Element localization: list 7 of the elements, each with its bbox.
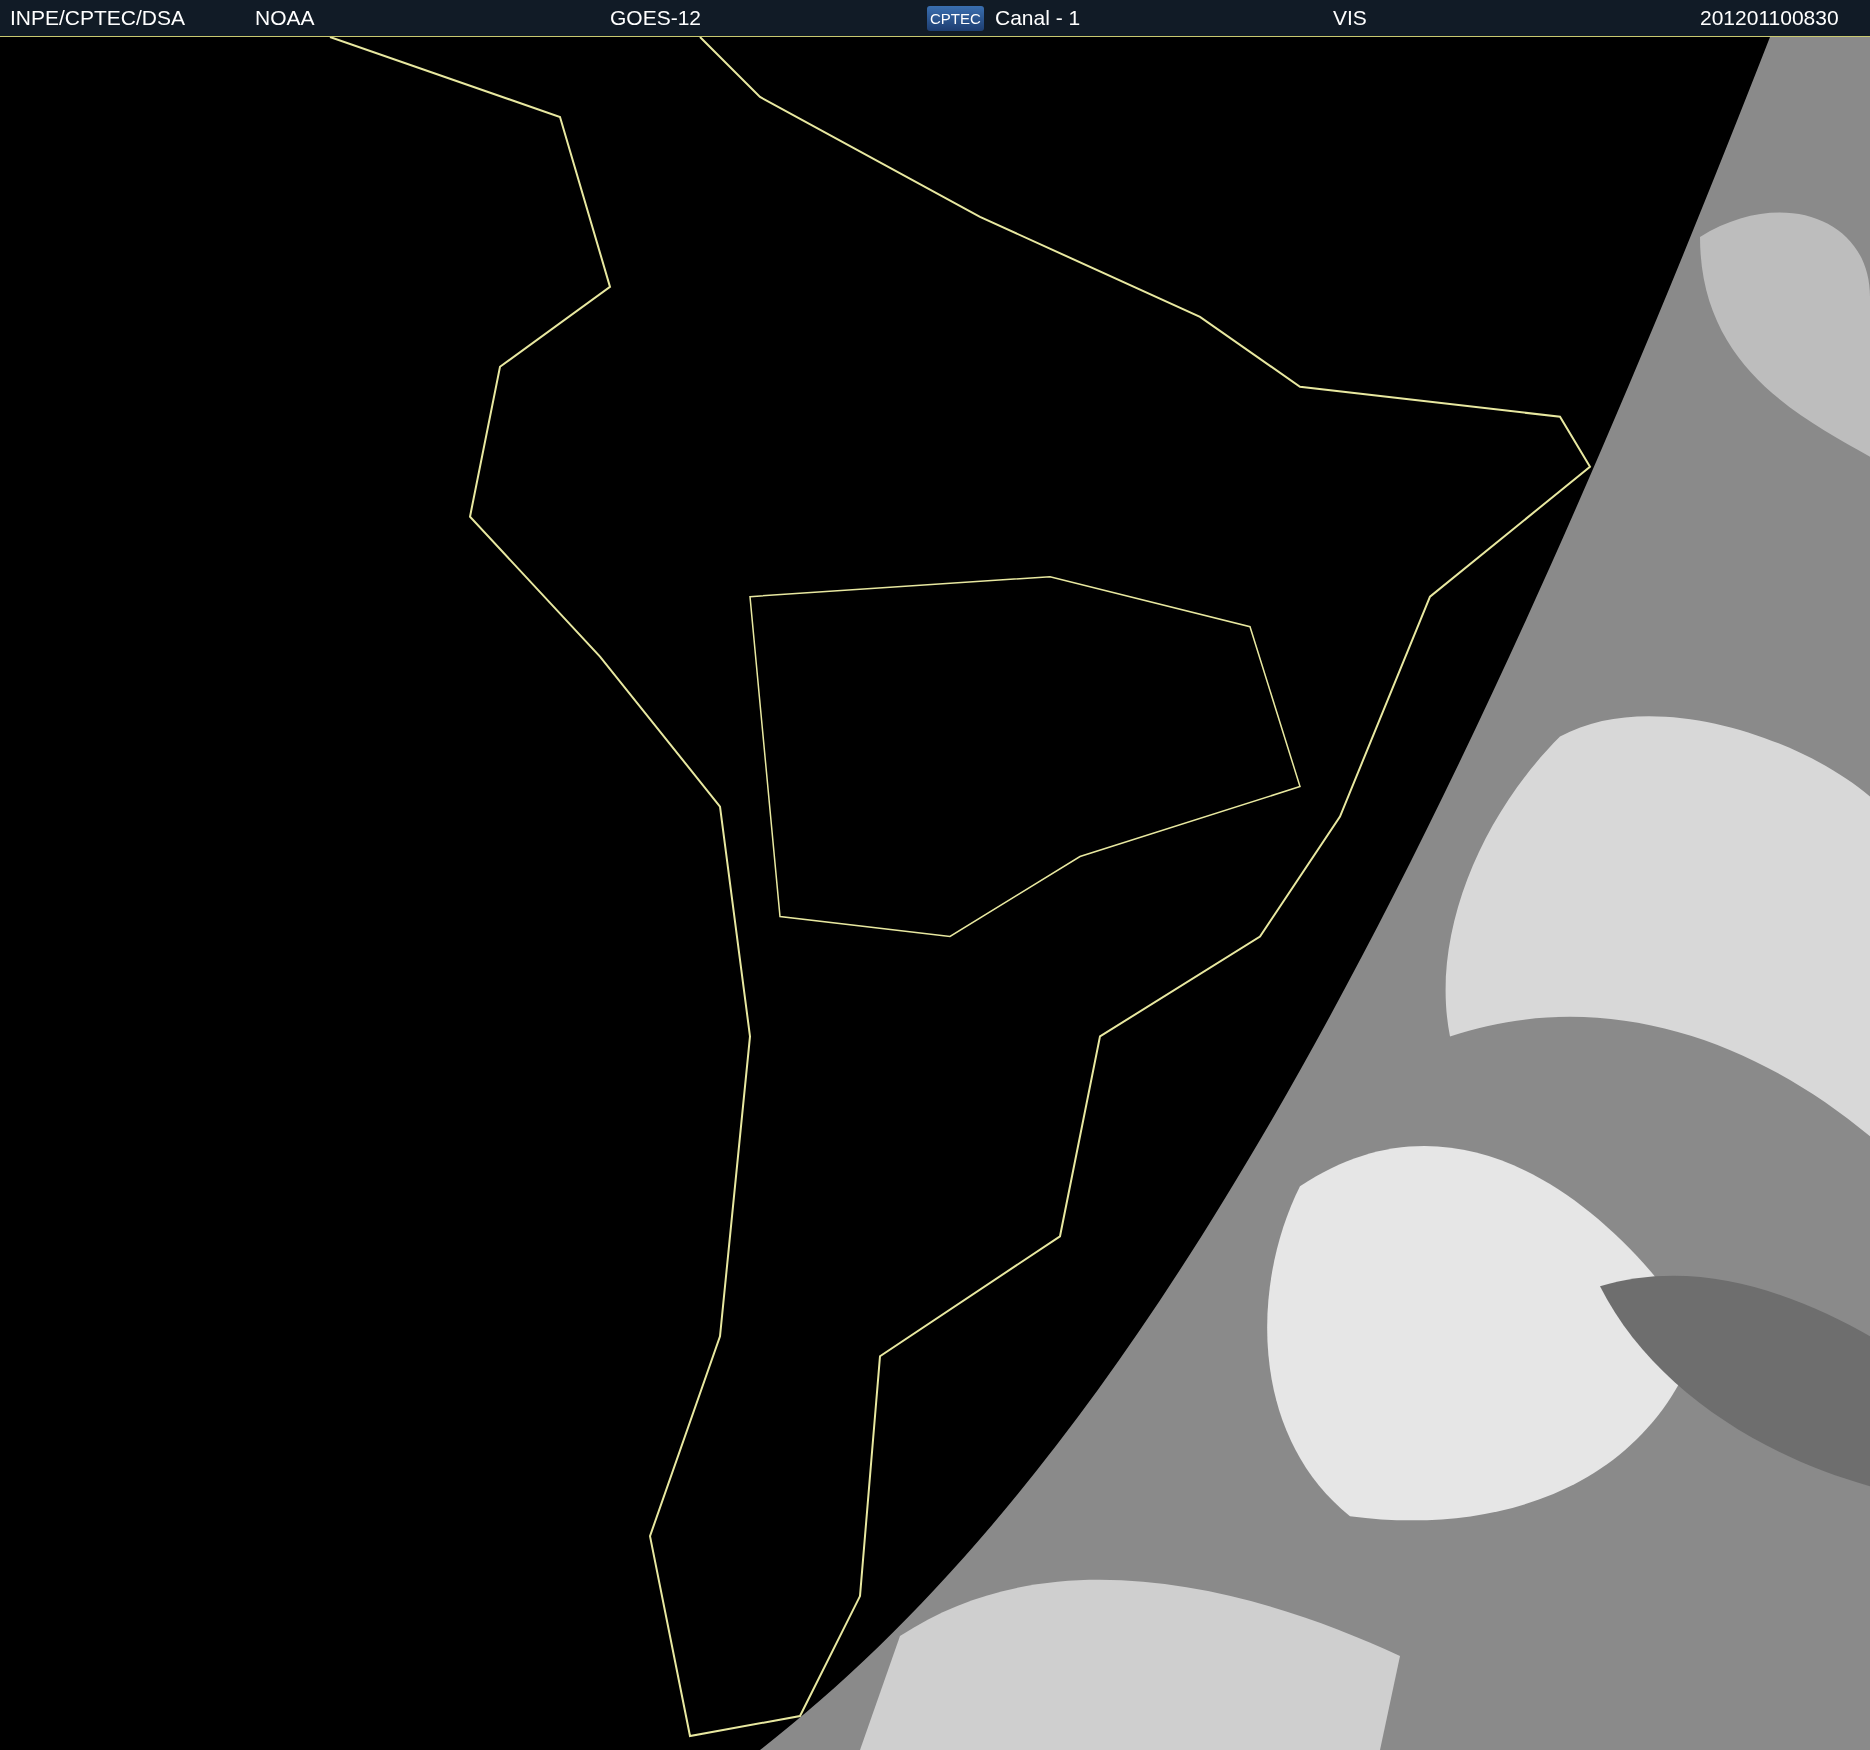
source-label: INPE/CPTEC/DSA [10, 6, 186, 30]
logo: CPTEC [927, 5, 984, 31]
band-label: VIS [1333, 6, 1367, 30]
satellite-label: GOES-12 [610, 6, 702, 30]
agency-label: NOAA [255, 6, 315, 30]
channel-label: Canal - 1 [995, 6, 1081, 30]
timestamp-label: 201201100830 [1700, 6, 1839, 30]
